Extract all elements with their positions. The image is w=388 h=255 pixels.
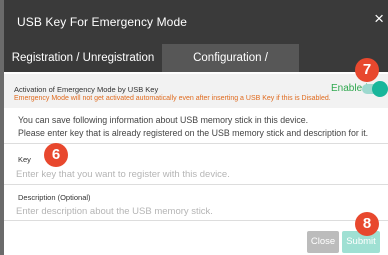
tab-configuration[interactable]: Configuration / Management [162, 44, 299, 92]
description-input[interactable] [16, 203, 376, 219]
activation-row: Activation of Emergency Mode by USB Key … [4, 74, 388, 108]
tab-bar: Registration / Unregistration Configurat… [4, 44, 388, 92]
description-label: Description (Optional) [18, 193, 91, 202]
key-label: Key [18, 155, 31, 164]
close-button[interactable]: Close [307, 231, 339, 253]
activation-title: Activation of Emergency Mode by USB Key [14, 85, 159, 94]
emergency-mode-toggle[interactable] [362, 81, 388, 97]
description-field: Description (Optional) [4, 185, 388, 221]
dialog-title: USB Key For Emergency Mode [17, 15, 187, 29]
info-line-1: You can save following information about… [18, 115, 309, 125]
tab-registration[interactable]: Registration / Unregistration [4, 44, 162, 72]
toggle-knob [372, 81, 388, 97]
callout-badge-toggle: 7 [355, 58, 379, 82]
activation-warning: Emergency Mode will not get activated au… [14, 95, 331, 102]
close-icon[interactable]: × [374, 10, 384, 27]
key-input[interactable] [16, 166, 376, 182]
callout-badge-submit: 8 [355, 212, 379, 236]
info-line-2: Please enter key that is already registe… [18, 128, 369, 138]
callout-badge-key: 6 [44, 143, 68, 167]
dialog-title-bar: USB Key For Emergency Mode × [4, 0, 388, 44]
